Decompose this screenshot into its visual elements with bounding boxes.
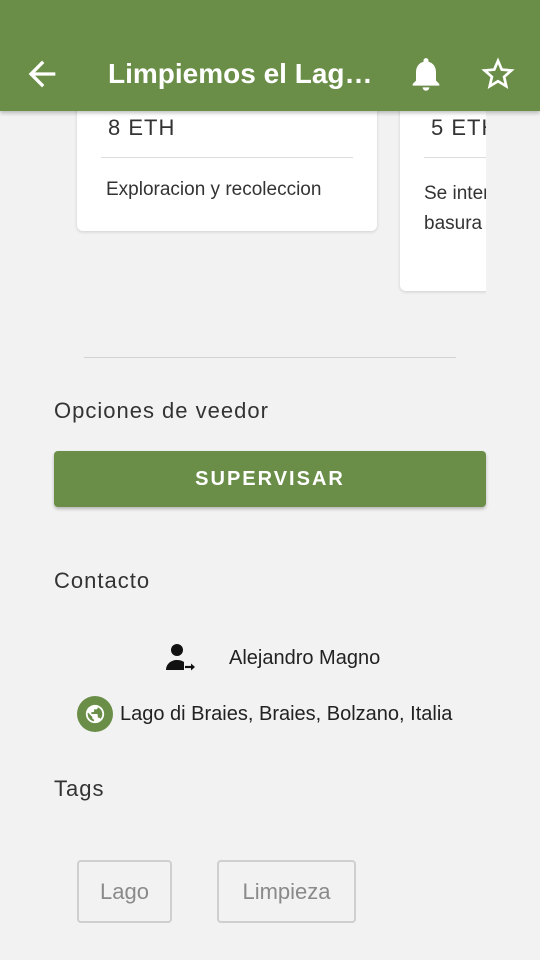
tag-chip[interactable]: Limpieza: [217, 860, 356, 923]
task-description: Se intentará retirar toda la basura lo p…: [424, 183, 486, 234]
task-description: Exploracion y recoleccion: [106, 179, 322, 200]
task-price: 5 ETH: [431, 115, 486, 140]
bell-icon[interactable]: [406, 54, 446, 94]
contact-person[interactable]: Alejandro Magno: [164, 640, 380, 676]
task-card[interactable]: 5 ETH Se intentará retirar toda la basur…: [400, 111, 486, 291]
page-title: Limpiemos el Lago di Braies: [108, 58, 378, 89]
card-divider: [424, 157, 486, 158]
person-arrow-icon: [164, 642, 198, 674]
section-divider: [84, 357, 456, 358]
globe-icon: [77, 696, 113, 732]
tag-chip[interactable]: Lago: [77, 860, 172, 923]
star-outline-icon[interactable]: [478, 54, 518, 94]
contact-name: Alejandro Magno: [229, 646, 381, 669]
task-card[interactable]: 8 ETH Exploracion y recoleccion: [77, 111, 377, 231]
supervisar-button[interactable]: SUPERVISAR: [54, 451, 486, 507]
tasks-carousel[interactable]: 8 ETH Exploracion y recoleccion 5 ETH Se…: [54, 111, 486, 301]
location-text: Lago di Braies, Braies, Bolzano, Italia: [120, 702, 453, 725]
tags-section-title: Tags: [54, 776, 105, 801]
task-price: 8 ETH: [108, 115, 176, 140]
contact-section-title: Contacto: [54, 568, 151, 593]
contact-location[interactable]: Lago di Braies, Braies, Bolzano, Italia: [77, 696, 452, 732]
app-bar: Limpiemos el Lago di Braies: [0, 0, 540, 111]
card-divider: [101, 157, 353, 158]
back-arrow-icon[interactable]: [22, 54, 62, 94]
veedor-section-title: Opciones de veedor: [54, 398, 269, 423]
